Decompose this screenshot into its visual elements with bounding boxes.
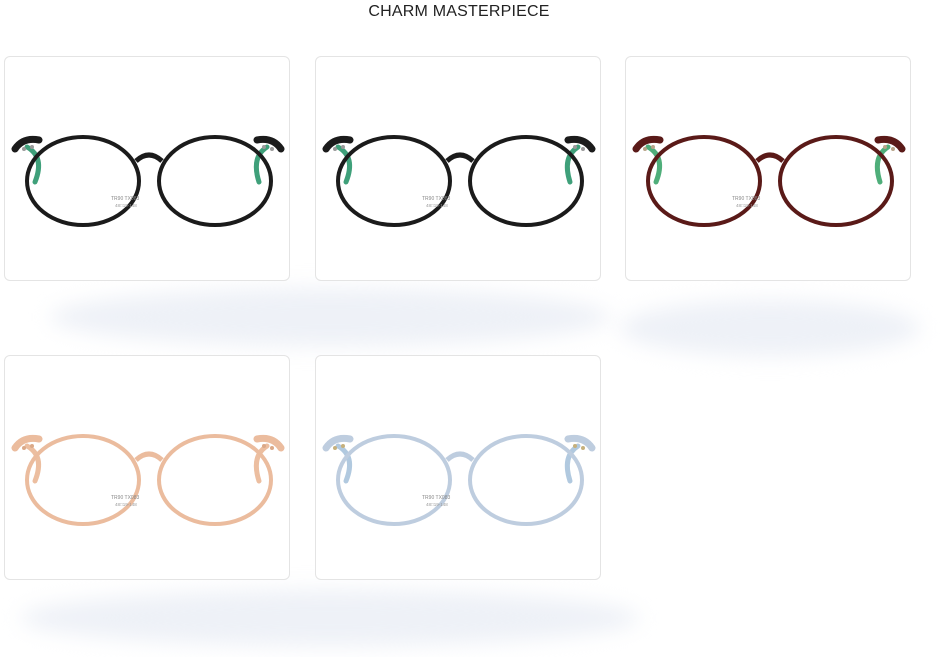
left-lens (646, 135, 762, 227)
glasses-frame (11, 135, 285, 227)
bridge (755, 152, 785, 163)
rivet-dot (270, 446, 274, 450)
right-lens (778, 135, 894, 227)
left-lens (336, 135, 452, 227)
glasses-frame (322, 434, 596, 526)
temple-marking: TR90 TX083 (111, 495, 139, 501)
right-lens (468, 434, 584, 526)
rivet-dot (883, 145, 887, 149)
rivet-dot (643, 147, 647, 151)
temple-marking: TR90 TX083 (422, 495, 450, 501)
glasses-frame (11, 434, 285, 526)
product-card[interactable]: TR90 TX083 48□19-148 (315, 56, 601, 281)
rivet-dot (573, 145, 577, 149)
bridge (445, 451, 475, 462)
size-marking: 48□19-148 (115, 502, 137, 507)
rivet-dot (341, 444, 345, 448)
rivet-dot (30, 444, 34, 448)
rivet-dot (333, 446, 337, 450)
rivet-dot (581, 446, 585, 450)
left-lens (25, 135, 141, 227)
temple-marking: TR90 TX083 (111, 196, 139, 202)
rivet-dot (270, 147, 274, 151)
glasses-illustration: TR90 TX08348□19-148 (322, 434, 596, 526)
rivet-dot (333, 147, 337, 151)
bridge (445, 152, 475, 163)
product-card[interactable]: TR90 TX083 48□19-148 (315, 355, 601, 580)
right-lens (468, 135, 584, 227)
size-marking: 48□19-148 (736, 203, 758, 208)
bridge (134, 451, 164, 462)
product-card[interactable]: TR90 TX083 48□19-148 (4, 56, 290, 281)
rivet-dot (262, 145, 266, 149)
shadow-band (20, 590, 640, 646)
bridge (134, 152, 164, 163)
left-lens (25, 434, 141, 526)
rivet-dot (651, 145, 655, 149)
glasses-frame (322, 135, 596, 227)
size-marking: 48□19-148 (426, 203, 448, 208)
shadow-band (620, 300, 920, 356)
rivet-dot (22, 147, 26, 151)
right-lens (157, 135, 273, 227)
shadow-band (50, 288, 610, 346)
page-title: CHARM MASTERPIECE (368, 3, 550, 20)
rivet-dot (30, 145, 34, 149)
left-lens (336, 434, 452, 526)
glasses-frame (632, 135, 906, 227)
rivet-dot (891, 147, 895, 151)
size-marking: 48□19-148 (115, 203, 137, 208)
rivet-dot (262, 444, 266, 448)
glasses-illustration: TR90 TX08348□19-148 (632, 135, 906, 227)
rivet-dot (341, 145, 345, 149)
temple-marking: TR90 TX083 (732, 196, 760, 202)
product-card[interactable]: TR90 TX083 48□19-148 (4, 355, 290, 580)
glasses-illustration: TR90 TX08348□19-148 (11, 434, 285, 526)
temple-marking: TR90 TX083 (422, 196, 450, 202)
glasses-illustration: TR90 TX08348□19-148 (322, 135, 596, 227)
glasses-illustration: TR90 TX08348□19-148 (11, 135, 285, 227)
rivet-dot (573, 444, 577, 448)
product-card[interactable]: TR90 TX083 48□19-148 (625, 56, 911, 281)
right-lens (157, 434, 273, 526)
rivet-dot (581, 147, 585, 151)
rivet-dot (22, 446, 26, 450)
size-marking: 48□19-148 (426, 502, 448, 507)
